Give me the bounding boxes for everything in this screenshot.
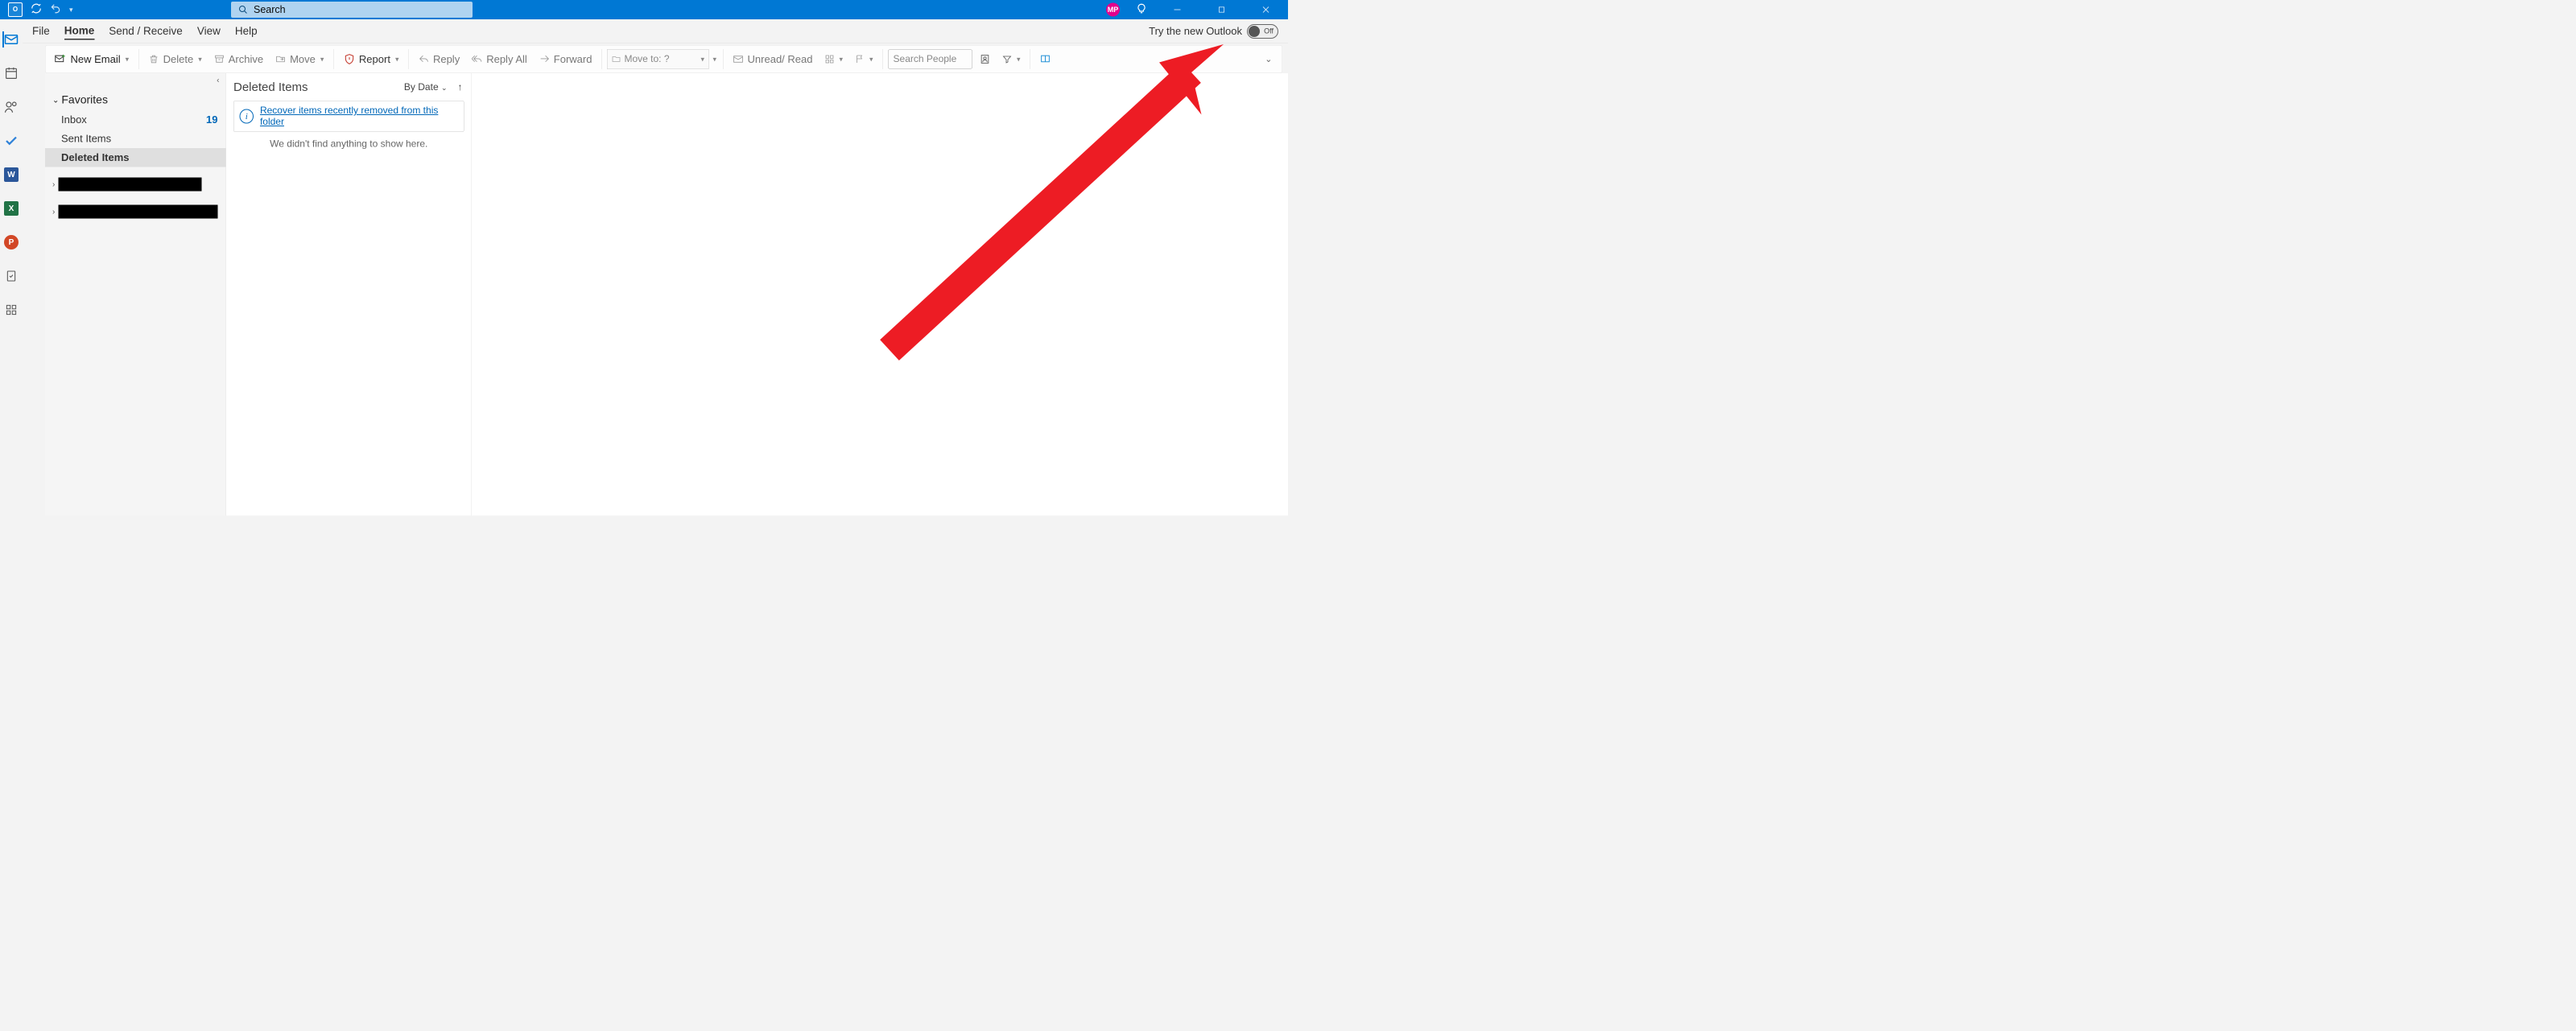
reply-all-icon — [472, 54, 482, 64]
folder-title: Deleted Items — [233, 80, 308, 94]
immersive-reader-button[interactable] — [1035, 52, 1055, 67]
move-icon — [275, 54, 286, 64]
trash-icon — [149, 54, 159, 64]
new-email-button[interactable]: New Email▾ — [50, 51, 134, 68]
powerpoint-app-icon[interactable]: P — [3, 234, 19, 250]
search-people-input[interactable]: Search People — [888, 50, 972, 69]
collapse-folder-pane-icon[interactable]: ‹ — [217, 76, 219, 85]
archive-button[interactable]: Archive — [209, 51, 268, 68]
recover-items-link[interactable]: Recover items recently removed from this… — [260, 105, 458, 128]
archive-icon — [214, 54, 225, 64]
categorize-button[interactable]: ▾ — [819, 52, 848, 67]
tab-view[interactable]: View — [197, 23, 221, 39]
outlook-app-icon: O — [8, 2, 23, 17]
search-placeholder: Search — [254, 4, 286, 16]
folder-sent-items[interactable]: Sent Items — [45, 130, 226, 149]
chevron-down-icon: ⌄ — [52, 95, 59, 105]
maximize-button[interactable] — [1208, 0, 1236, 19]
mail-app-icon[interactable] — [2, 31, 19, 47]
tab-file[interactable]: File — [32, 23, 50, 39]
tasks-app-icon[interactable] — [3, 268, 19, 284]
sort-direction-icon[interactable]: ↑ — [458, 82, 463, 93]
reply-icon — [419, 54, 429, 64]
favorites-header[interactable]: ⌄ Favorites — [45, 89, 226, 110]
flag-button[interactable]: ▾ — [850, 52, 878, 67]
recover-items-banner: i Recover items recently removed from th… — [233, 101, 464, 132]
info-icon: i — [240, 109, 254, 124]
delete-button[interactable]: Delete▾ — [144, 51, 207, 68]
people-app-icon[interactable] — [3, 99, 19, 115]
toggle-knob — [1249, 26, 1260, 37]
toggle-state-label: Off — [1264, 27, 1274, 36]
contact-icon — [980, 54, 990, 64]
tab-home[interactable]: Home — [64, 23, 95, 39]
close-button[interactable] — [1252, 0, 1280, 19]
lightbulb-icon[interactable] — [1136, 2, 1147, 17]
folder-deleted-items[interactable]: Deleted Items — [45, 148, 226, 167]
reply-button[interactable]: Reply — [414, 51, 464, 68]
address-book-button[interactable] — [975, 52, 995, 67]
move-to-dropdown[interactable]: Move to: ? ▾ — [607, 49, 709, 69]
reply-all-button[interactable]: Reply All — [467, 51, 532, 68]
chevron-right-icon: › — [52, 179, 55, 189]
app-bar: W X P — [0, 19, 23, 516]
folder-pane: ‹ ⌄ Favorites Inbox 19 Sent Items Delete… — [45, 73, 226, 516]
ribbon-expand-button[interactable]: ⌄ — [1259, 54, 1278, 64]
todo-app-icon[interactable] — [3, 133, 19, 149]
categories-icon — [824, 55, 834, 64]
sync-icon[interactable] — [31, 2, 42, 17]
sort-by-button[interactable]: By Date ⌄ — [404, 82, 448, 93]
message-list-pane: Deleted Items By Date ⌄ ↑ i Recover item… — [226, 73, 472, 516]
try-new-outlook-label: Try the new Outlook — [1149, 25, 1242, 38]
ribbon-tabs: File Home Send / Receive View Help Try t… — [23, 19, 1288, 43]
minimize-button[interactable] — [1163, 0, 1191, 19]
quick-access-dropdown-icon[interactable]: ▾ — [69, 6, 73, 14]
empty-list-message: We didn't find anything to show here. — [231, 138, 467, 150]
tab-send-receive[interactable]: Send / Receive — [109, 23, 183, 39]
move-button[interactable]: Move▾ — [270, 51, 328, 68]
filter-email-button[interactable]: ▾ — [997, 52, 1026, 67]
flag-icon — [855, 55, 865, 64]
titlebar: O ▾ Search MP — [0, 0, 1288, 19]
inbox-unread-count: 19 — [206, 113, 217, 126]
unread-read-button[interactable]: Unread/ Read — [729, 51, 818, 68]
tab-help[interactable]: Help — [235, 23, 258, 39]
try-new-outlook-toggle[interactable]: Off — [1247, 24, 1278, 39]
reading-pane — [472, 73, 1288, 516]
ribbon: New Email▾ Delete▾ Archive Move▾ — [45, 45, 1282, 73]
calendar-app-icon[interactable] — [3, 65, 19, 81]
search-box[interactable]: Search — [231, 2, 473, 18]
user-avatar[interactable]: MP — [1106, 3, 1120, 17]
filter-icon — [1002, 55, 1012, 64]
report-button[interactable]: Report▾ — [339, 51, 404, 68]
redacted-account-name — [58, 178, 201, 192]
account-2[interactable]: › — [45, 202, 226, 222]
new-email-icon — [55, 53, 67, 65]
redacted-account-name — [58, 205, 217, 219]
account-1[interactable]: › — [45, 175, 226, 195]
reader-icon — [1040, 54, 1051, 64]
undo-icon[interactable] — [50, 2, 61, 17]
excel-app-icon[interactable]: X — [3, 200, 19, 217]
word-app-icon[interactable]: W — [3, 167, 19, 183]
forward-icon — [539, 54, 550, 64]
envelope-icon — [733, 54, 744, 64]
more-apps-icon[interactable] — [3, 302, 19, 318]
chevron-right-icon: › — [52, 207, 55, 217]
forward-button[interactable]: Forward — [535, 51, 597, 68]
folder-inbox[interactable]: Inbox 19 — [45, 110, 226, 130]
shield-icon — [344, 54, 355, 65]
